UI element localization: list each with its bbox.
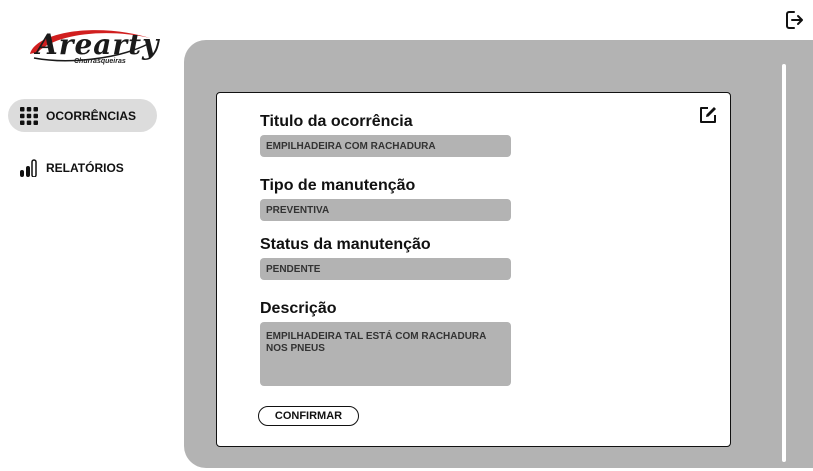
description-label: Descrição bbox=[260, 300, 337, 317]
sidebar-item-relatorios[interactable]: RELATÓRIOS bbox=[8, 151, 157, 184]
grid-icon bbox=[20, 106, 38, 125]
sidebar-item-label: OCORRÊNCIAS bbox=[46, 108, 137, 123]
maintenance-status-field[interactable]: PENDENTE bbox=[260, 258, 511, 280]
bar-chart-icon bbox=[20, 158, 38, 177]
logo: Arearty Churrasqueiras bbox=[26, 24, 158, 72]
maintenance-status-label: Status da manutenção bbox=[260, 236, 431, 253]
title-field[interactable]: EMPILHADEIRA COM RACHADURA bbox=[260, 135, 511, 157]
description-field[interactable]: EMPILHADEIRA TAL ESTÁ COM RACHADURA NOS … bbox=[260, 322, 511, 386]
logo-subtitle: Churrasqueiras bbox=[74, 58, 126, 65]
logout-icon bbox=[786, 11, 803, 29]
sidebar-item-label: RELATÓRIOS bbox=[46, 160, 124, 175]
maintenance-type-label: Tipo de manutenção bbox=[260, 177, 416, 194]
scrollbar[interactable] bbox=[782, 64, 786, 462]
title-label: Titulo da ocorrência bbox=[260, 113, 413, 130]
edit-button[interactable] bbox=[698, 105, 718, 125]
edit-icon bbox=[700, 107, 716, 123]
logo-brand: Arearty bbox=[36, 28, 160, 61]
sidebar-item-ocorrencias[interactable]: OCORRÊNCIAS bbox=[8, 99, 157, 132]
confirm-button[interactable]: CONFIRMAR bbox=[258, 406, 359, 426]
maintenance-type-field[interactable]: PREVENTIVA bbox=[260, 199, 511, 221]
logout-button[interactable] bbox=[785, 10, 805, 30]
